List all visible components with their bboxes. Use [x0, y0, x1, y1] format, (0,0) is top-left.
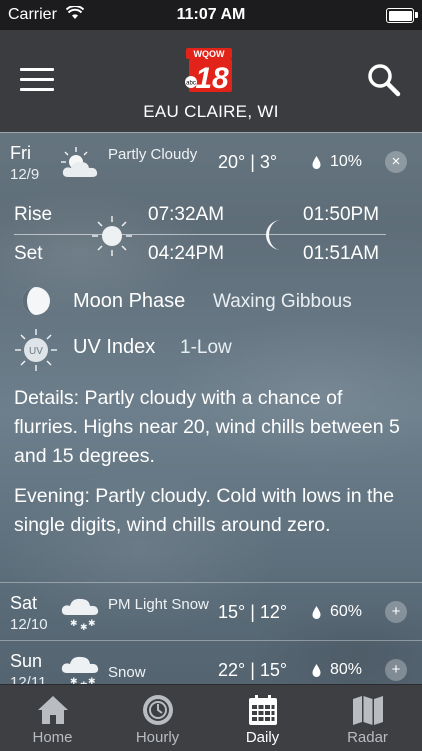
logo-number: 18: [195, 62, 229, 94]
sunrise-time: 07:32AM: [148, 204, 225, 225]
svg-text:✱: ✱: [70, 677, 78, 684]
menu-bar: [20, 68, 54, 71]
day-precip: 60%: [330, 603, 363, 620]
app-header: WQOW 18 abc EAU CLAIRE, WI: [0, 30, 422, 132]
day-row[interactable]: Fri 12/9 Partly Cloudy 20° | 3° 10% ×: [0, 132, 422, 191]
svg-text:✱: ✱: [80, 623, 88, 633]
day-details-panel: Rise Set 07:32AM 04:24PM 01:50PM 01:51AM…: [0, 190, 422, 582]
svg-text:✱: ✱: [88, 619, 96, 629]
day-temps: 15° | 12°: [218, 602, 288, 622]
tab-label: Hourly: [135, 729, 180, 746]
snow-cloud-icon: ✱✱✱: [61, 598, 99, 633]
moon-phase-label: Moon Phase: [73, 290, 186, 312]
raindrop-icon: [312, 664, 321, 677]
rise-label: Rise: [14, 204, 53, 225]
svg-text:✱: ✱: [88, 677, 96, 684]
search-icon[interactable]: [366, 62, 402, 98]
day-precip: 10%: [330, 153, 363, 170]
logo-text: WQOW: [194, 49, 225, 59]
day-date: 12/10: [10, 616, 48, 633]
evening-forecast: Evening: Partly cloudy. Cold with lows i…: [14, 485, 395, 536]
moonset-time: 01:51AM: [303, 243, 380, 264]
sunset-time: 04:24PM: [148, 243, 225, 264]
tab-hourly[interactable]: Hourly: [105, 685, 210, 751]
day-date: 12/9: [10, 166, 40, 183]
moon-phase-value: Waxing Gibbous: [213, 291, 352, 312]
expand-button[interactable]: +: [385, 601, 407, 623]
menu-bar: [20, 78, 54, 81]
menu-button[interactable]: [20, 68, 54, 92]
partly-cloudy-icon: [61, 147, 98, 177]
uv-index-value: 1-Low: [180, 337, 232, 358]
network-logo: abc: [186, 81, 196, 87]
snow-cloud-icon: ✱✱✱: [61, 656, 99, 684]
tab-daily[interactable]: Daily: [210, 685, 315, 751]
day-date: 12/11: [10, 674, 47, 684]
forecast-details: Details: Partly cloudy with a chance of …: [14, 387, 400, 467]
tab-label: Home: [32, 729, 73, 746]
moonrise-time: 01:50PM: [303, 204, 380, 225]
battery-icon: [386, 8, 418, 23]
status-bar: Carrier 11:07 AM: [0, 0, 422, 30]
day-temps: 22° | 15°: [218, 660, 288, 680]
day-condition: Partly Cloudy: [108, 146, 198, 163]
day-precip: 80%: [330, 661, 363, 678]
tab-home[interactable]: Home: [0, 685, 105, 751]
location-title: EAU CLAIRE, WI: [143, 102, 279, 121]
station-logo: WQOW 18 abc: [185, 48, 232, 94]
map-icon: [353, 696, 383, 725]
day-row[interactable]: Sun 12/11 ✱✱✱ Snow 22° | 15° 80% +: [0, 640, 422, 684]
day-row[interactable]: Sat 12/10 ✱ ✱ ✱ PM Light Snow 15° | 12° 60…: [0, 582, 422, 641]
menu-bar: [20, 88, 54, 91]
expand-button[interactable]: +: [385, 659, 407, 681]
uv-index-label: UV Index: [73, 336, 156, 358]
raindrop-icon: [312, 606, 321, 619]
horizon-line: [14, 234, 386, 235]
day-condition: Snow: [108, 664, 146, 681]
clock-icon: [143, 695, 173, 725]
svg-text:✱: ✱: [70, 619, 78, 629]
tab-label: Daily: [245, 729, 280, 746]
day-name: Fri: [10, 143, 31, 163]
set-label: Set: [14, 243, 43, 264]
raindrop-icon: [312, 156, 321, 169]
day-name: Sat: [10, 593, 38, 613]
tab-bar: Home Hourly Daily Radar: [0, 684, 422, 751]
calendar-icon: [249, 695, 277, 725]
status-time: 11:07 AM: [176, 6, 246, 23]
sun-icon: [92, 216, 132, 256]
tab-label: Radar: [347, 729, 388, 746]
home-icon: [38, 696, 68, 724]
day-name: Sun: [10, 651, 43, 671]
day-temps: 20° | 3°: [218, 152, 278, 172]
day-condition: PM Light Snow: [108, 596, 209, 613]
uv-index-icon: UV: [15, 329, 57, 371]
daily-forecast-list[interactable]: Fri 12/9 Partly Cloudy 20° | 3° 10% × Ri…: [0, 132, 422, 684]
moon-phase-icon: [22, 287, 50, 315]
tab-radar[interactable]: Radar: [315, 685, 420, 751]
collapse-button[interactable]: ×: [385, 151, 407, 173]
crescent-moon-icon: [266, 220, 281, 250]
uv-icon-text: UV: [29, 346, 43, 357]
